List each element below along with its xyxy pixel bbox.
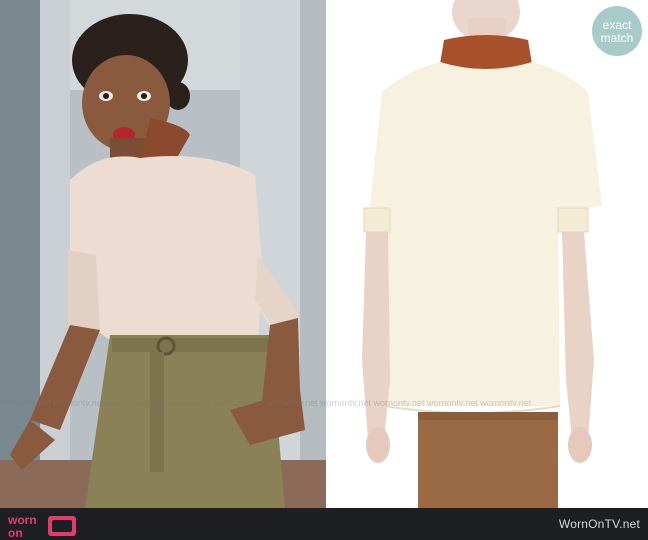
logo-word-on: on — [8, 526, 23, 538]
site-name[interactable]: WornOnTV.net — [559, 517, 640, 531]
scene-illustration — [0, 0, 326, 508]
logo-word-worn: worn — [7, 513, 37, 527]
product-photo: exact match — [326, 0, 648, 508]
footer-bar: worn on WornOnTV.net — [0, 508, 648, 540]
scene-photo — [0, 0, 326, 508]
badge-line2: match — [600, 31, 634, 45]
exact-match-badge: exact match — [592, 6, 642, 56]
badge-line1: exact — [602, 18, 632, 32]
wornontv-logo[interactable]: worn on — [6, 512, 86, 538]
product-illustration — [326, 0, 648, 508]
product-collage: exact match wornontv.net wornontv.net wo… — [0, 0, 648, 540]
